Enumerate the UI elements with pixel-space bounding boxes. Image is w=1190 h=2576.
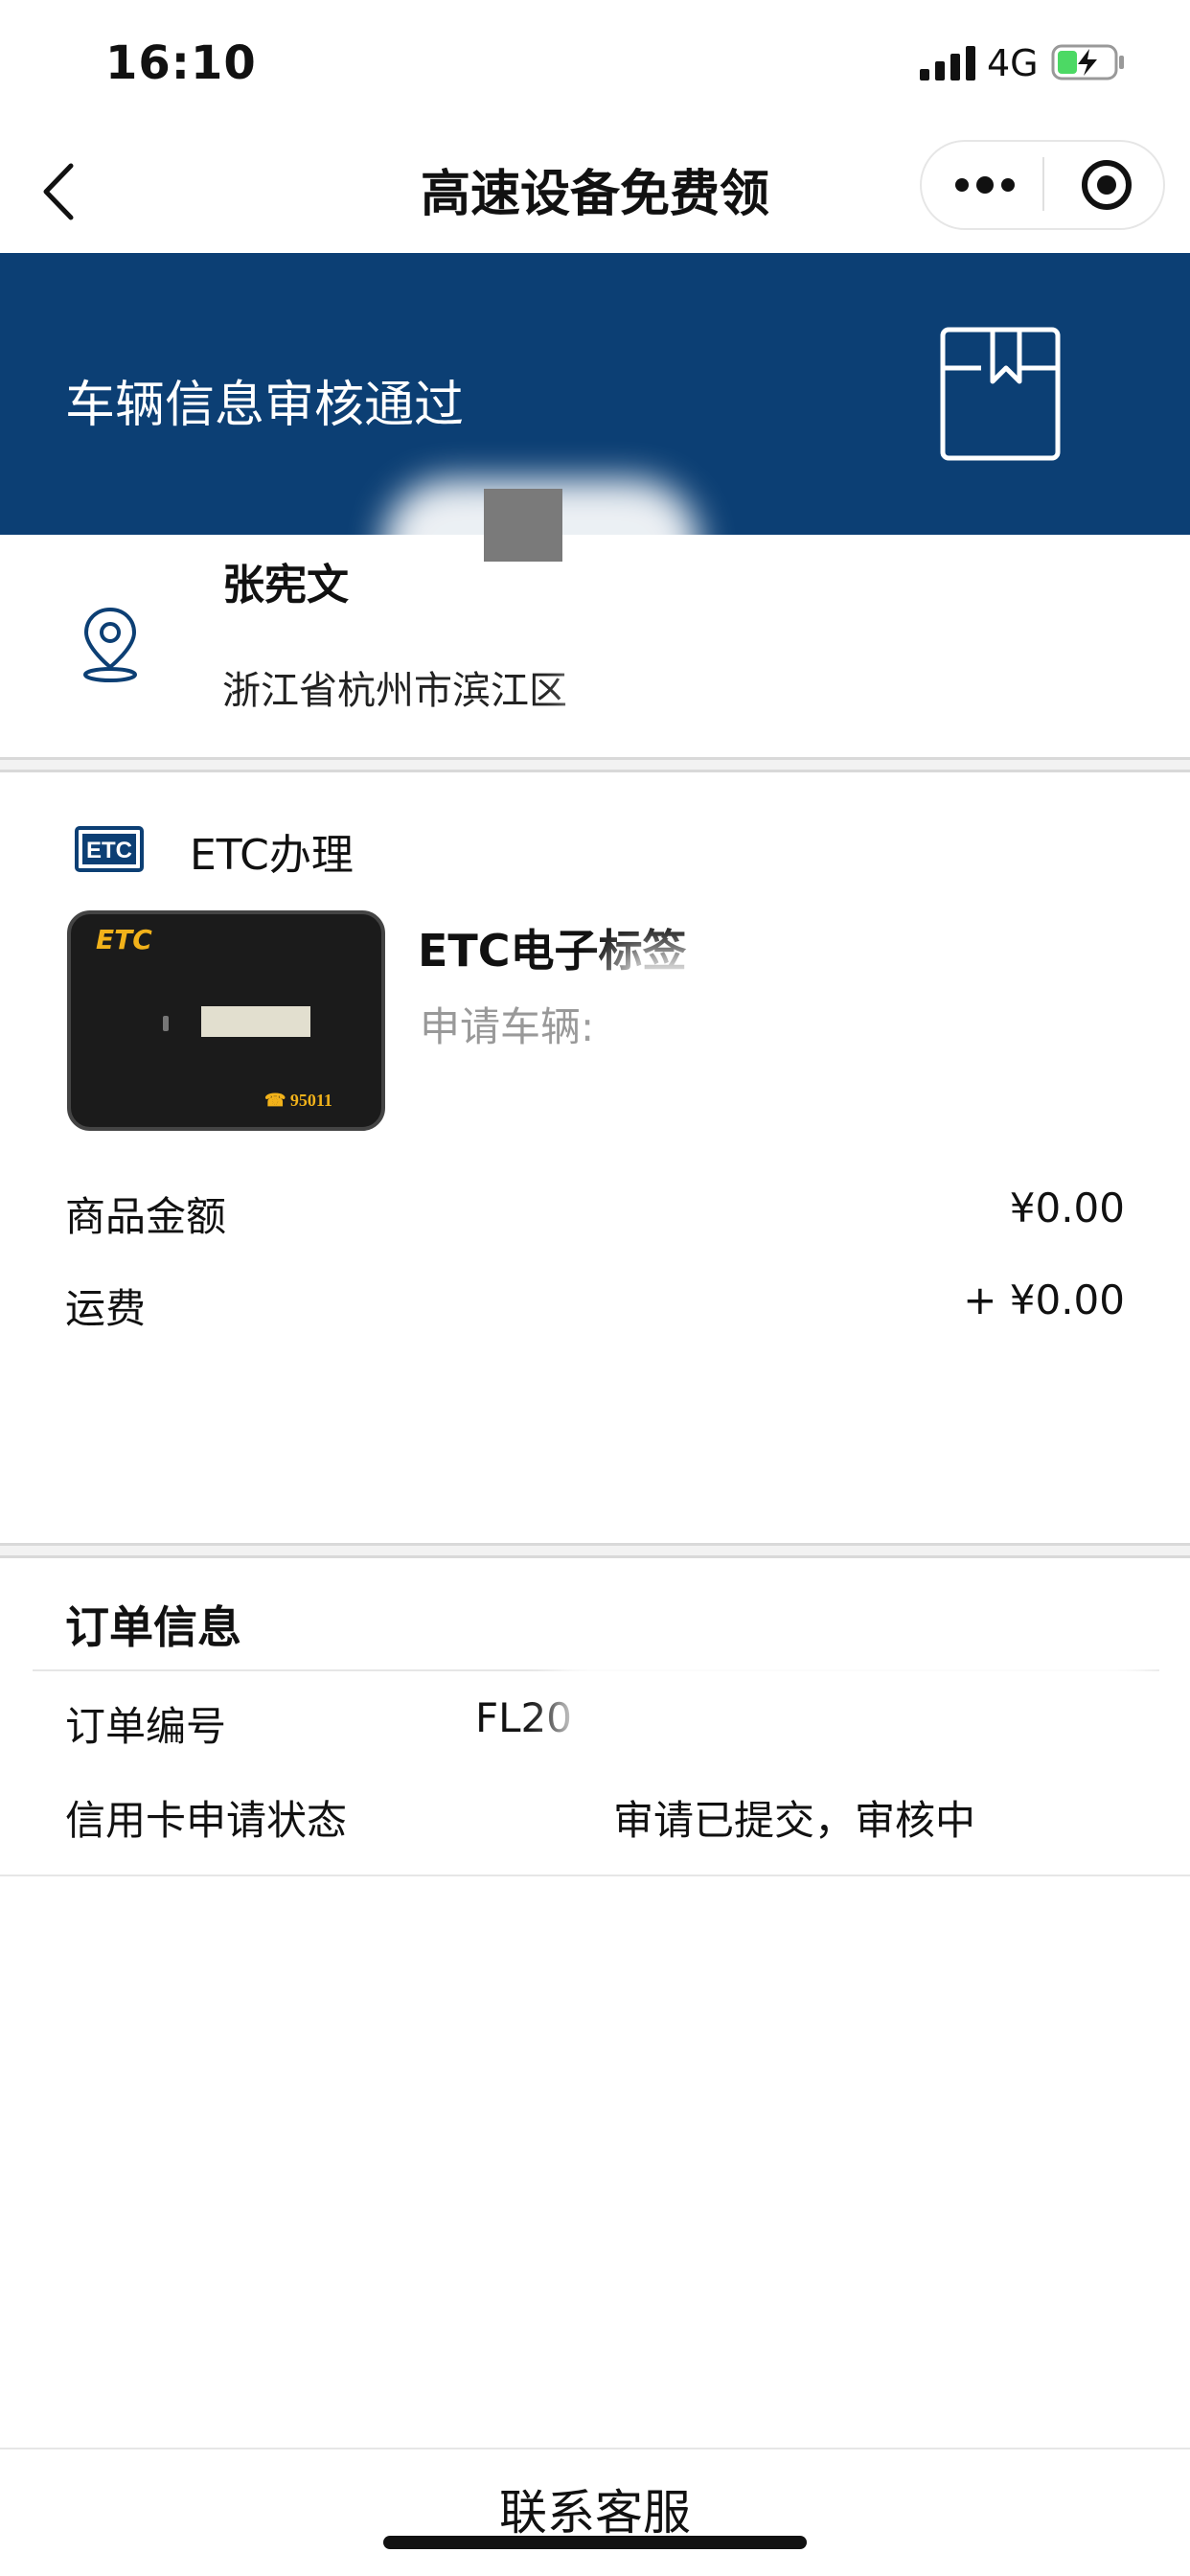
close-miniprogram-icon[interactable] <box>1081 159 1133 211</box>
vehicle-label: 申请车辆: <box>420 1003 595 1050</box>
credit-card-status-label: 信用卡申请状态 <box>65 1797 348 1844</box>
delivery-address: 浙江省杭州市滨江区 <box>222 669 567 713</box>
notebook-icon <box>940 327 1061 461</box>
etc-logo-icon: ETC <box>75 826 144 872</box>
shipping-value: + ¥0.00 <box>963 1276 1125 1323</box>
goods-amount-label: 商品金额 <box>65 1193 227 1240</box>
section-divider <box>0 757 1190 772</box>
redaction-blur <box>613 949 862 1064</box>
card-led <box>163 1016 169 1031</box>
network-type: 4G <box>987 42 1039 84</box>
order-bottom-divider <box>0 1874 1190 1876</box>
section-divider <box>0 1543 1190 1558</box>
banner-status-text: 车辆信息审核通过 <box>65 377 465 434</box>
capsule-divider <box>1042 157 1044 211</box>
redaction-blur <box>556 1648 1150 1763</box>
home-indicator <box>383 2536 807 2549</box>
battery-charging-icon <box>1051 44 1124 80</box>
contact-support-button[interactable]: 联系客服 <box>0 2474 1190 2543</box>
redaction-block <box>484 489 562 562</box>
card-phone: ☎ 95011 <box>264 1091 332 1110</box>
shipping-label: 运费 <box>65 1285 147 1332</box>
more-dots-icon[interactable] <box>954 174 1016 196</box>
credit-card-status-value: 审请已提交，审核中 <box>613 1797 976 1844</box>
etc-device-image: ETC ☎ 95011 <box>67 910 385 1131</box>
goods-amount-value: ¥0.00 <box>1009 1184 1125 1231</box>
bottom-bar-divider <box>0 2448 1190 2450</box>
etc-section-label: ETC办理 <box>190 831 354 880</box>
redaction-blur <box>575 632 1188 748</box>
card-brand: ETC <box>96 924 152 955</box>
order-info-title: 订单信息 <box>65 1601 241 1653</box>
order-number-label: 订单编号 <box>65 1703 227 1750</box>
status-time: 16:10 <box>105 36 257 90</box>
signal-icon <box>920 46 975 80</box>
card-window <box>201 1006 310 1037</box>
recipient-name: 张宪文 <box>222 561 349 610</box>
svg-text:ETC: ETC <box>86 838 132 863</box>
location-pin-icon <box>83 607 137 682</box>
